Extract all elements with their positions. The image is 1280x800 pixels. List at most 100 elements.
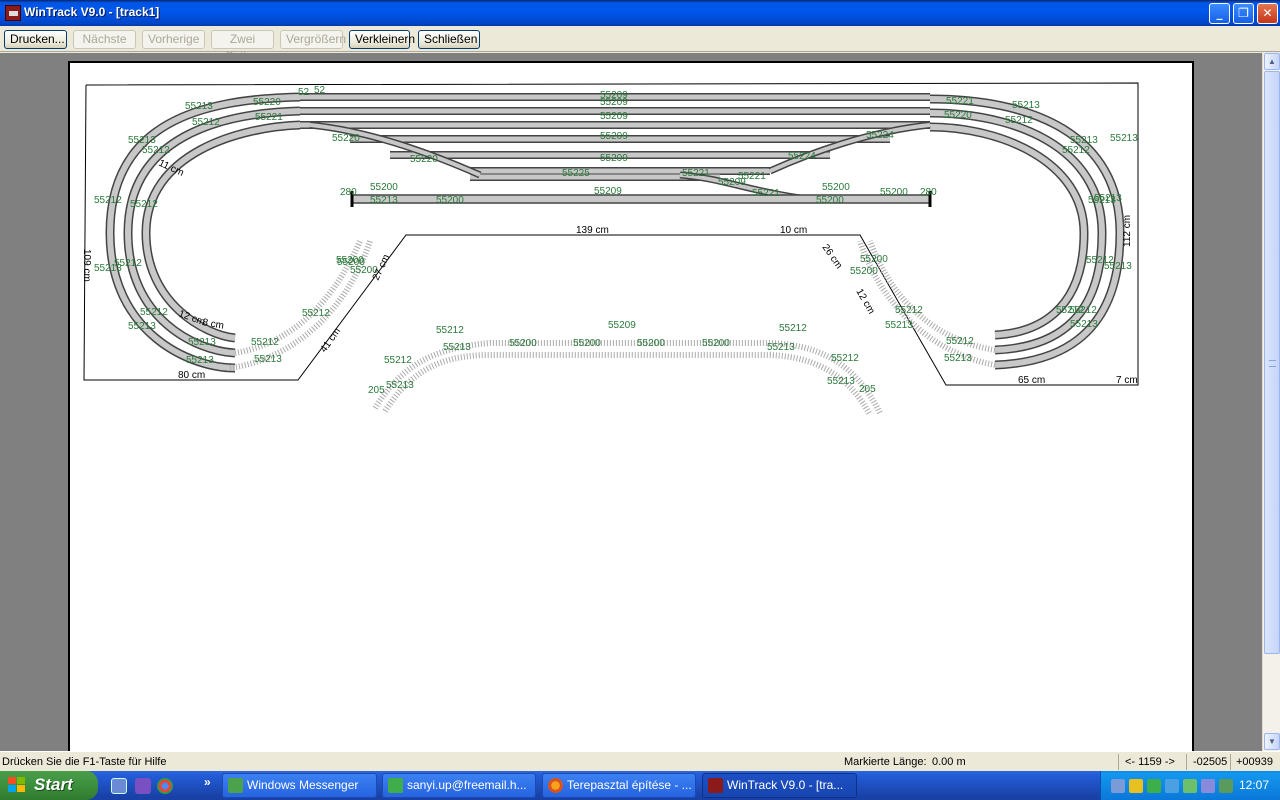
dimension-label: 109 cm xyxy=(81,249,92,282)
dimension-label: 12 cm xyxy=(853,287,876,316)
vertical-scrollbar[interactable]: ▲ ▼ xyxy=(1262,53,1280,751)
part-label: 280 xyxy=(340,187,357,198)
part-label: 55200 xyxy=(850,266,878,277)
part-label: 55200 xyxy=(436,195,464,206)
left-loop-inner xyxy=(141,120,301,343)
part-label: 52 xyxy=(298,87,310,98)
scroll-down-icon[interactable]: ▼ xyxy=(1264,733,1280,750)
media-player-icon[interactable] xyxy=(135,778,151,794)
part-label: 55213 xyxy=(186,355,214,366)
marked-length-value: 0.00 m xyxy=(932,756,966,768)
part-label: 55212 xyxy=(384,355,412,366)
firefox-icon xyxy=(548,778,563,793)
part-label: 205 xyxy=(368,385,385,396)
scroll-up-icon[interactable]: ▲ xyxy=(1264,53,1280,70)
previous-page-button[interactable]: Vorherige xyxy=(142,30,205,49)
mail-icon xyxy=(388,778,403,793)
part-label: 55212 xyxy=(436,325,464,336)
messenger-icon xyxy=(228,778,243,793)
restore-button[interactable]: ❐ xyxy=(1233,3,1254,24)
close-button[interactable]: ✕ xyxy=(1257,3,1278,24)
part-label: 55213 xyxy=(386,380,414,391)
part-label: 55213 xyxy=(1110,133,1138,144)
part-label: 55212 xyxy=(192,117,220,128)
part-label: 55212 xyxy=(1069,305,1097,316)
preview-canvas[interactable]: 55213 55220 52 52 55221 55213 55212 5522… xyxy=(0,53,1262,751)
marked-length-label: Markierte Länge: xyxy=(844,756,927,768)
network-icon[interactable] xyxy=(1111,779,1125,793)
part-label: 280 xyxy=(920,187,937,198)
part-label: 205 xyxy=(859,384,876,395)
part-label: 55200 xyxy=(816,195,844,206)
part-label: 55212 xyxy=(946,336,974,347)
track-plan-drawing: 55213 55220 52 52 55221 55213 55212 5522… xyxy=(81,82,1139,417)
system-tray: 12:07 xyxy=(1100,771,1280,800)
part-label: 55212 xyxy=(1062,145,1090,156)
task-firefox[interactable]: Terepasztal építése - ... xyxy=(542,773,696,798)
part-label: 55209 xyxy=(600,131,628,142)
task-wintrack[interactable]: WinTrack V9.0 - [tra... xyxy=(702,773,857,798)
status-coord-x: -02505 xyxy=(1193,756,1228,768)
device-icon[interactable] xyxy=(1219,779,1233,793)
task-windows-messenger[interactable]: Windows Messenger xyxy=(222,773,377,798)
close-preview-button[interactable]: Schließen xyxy=(418,30,480,49)
scroll-thumb[interactable] xyxy=(1264,71,1280,654)
connection-icon[interactable] xyxy=(1183,779,1197,793)
part-label: 55212 xyxy=(1086,255,1114,266)
start-button[interactable]: Start xyxy=(0,771,98,800)
antivirus-icon[interactable] xyxy=(1147,779,1161,793)
part-label: 55220 xyxy=(332,133,360,144)
minimize-button[interactable]: _ xyxy=(1209,3,1230,24)
part-label: 55209 xyxy=(600,90,628,101)
print-button[interactable]: Drucken... xyxy=(4,30,67,49)
part-label: 55220 xyxy=(253,97,281,108)
window-titlebar[interactable]: WinTrack V9.0 - [track1] _ ❐ ✕ xyxy=(0,0,1280,26)
show-desktop-icon[interactable] xyxy=(111,778,127,794)
part-label: 55213 xyxy=(944,353,972,364)
clock[interactable]: 12:07 xyxy=(1239,778,1269,792)
quick-launch-chevron[interactable]: » xyxy=(204,775,211,789)
part-label: 55209 xyxy=(718,177,746,188)
part-label: 55200 xyxy=(370,182,398,193)
part-label: 55213 xyxy=(1012,100,1040,111)
browser-icon[interactable] xyxy=(157,778,173,794)
windows-flag-icon xyxy=(8,777,26,794)
zoom-out-button[interactable]: Verkleinern xyxy=(349,30,415,49)
dimension-label: 41 cm xyxy=(318,326,343,355)
dimension-label: 139 cm xyxy=(576,225,609,236)
part-label: 55200 xyxy=(337,257,365,268)
status-help-text: Drücken Sie die F1-Taste für Hilfe xyxy=(2,756,167,768)
part-label: 55200 xyxy=(822,182,850,193)
windows-taskbar: Start » Windows Messenger sanyi.up@freem… xyxy=(0,771,1280,800)
part-label: 55213 xyxy=(1088,195,1116,206)
part-label: 55200 xyxy=(637,338,665,349)
task-freemail[interactable]: sanyi.up@freemail.h... xyxy=(382,773,536,798)
update-icon[interactable] xyxy=(1165,779,1179,793)
dimension-label: 65 cm xyxy=(1018,375,1045,386)
part-label: 55200 xyxy=(880,187,908,198)
part-label: 55221 xyxy=(752,188,780,199)
shield-icon[interactable] xyxy=(1129,779,1143,793)
status-navigation: <- 1159 -> xyxy=(1125,756,1175,768)
part-label: 55213 xyxy=(185,101,213,112)
wintrack-app-icon[interactable] xyxy=(5,5,21,21)
part-label: 55212 xyxy=(94,195,122,206)
part-label: 55212 xyxy=(831,353,859,364)
status-bar: Drücken Sie die F1-Taste für Hilfe Marki… xyxy=(0,751,1280,771)
part-label: 55213 xyxy=(443,342,471,353)
dimension-label: 112 cm xyxy=(1122,215,1133,247)
dimension-label: 7 cm xyxy=(1116,375,1138,386)
part-label: 55209 xyxy=(594,186,622,197)
volume-icon[interactable] xyxy=(1201,779,1215,793)
part-label: 55220 xyxy=(944,110,972,121)
zoom-in-button[interactable]: Vergrößern xyxy=(280,30,346,49)
dimension-label: 26 cm xyxy=(820,242,845,271)
next-page-button[interactable]: Nächste xyxy=(73,30,136,49)
print-page: 55213 55220 52 52 55221 55213 55212 5522… xyxy=(68,61,1194,751)
part-label: 55221 xyxy=(255,112,283,123)
part-label: 55200 xyxy=(702,338,730,349)
part-label: 55209 xyxy=(600,153,628,164)
dimension-label: 10 cm xyxy=(780,225,807,236)
two-pages-button[interactable]: Zwei Seiten xyxy=(211,30,274,63)
part-label: 55221 xyxy=(682,168,710,179)
